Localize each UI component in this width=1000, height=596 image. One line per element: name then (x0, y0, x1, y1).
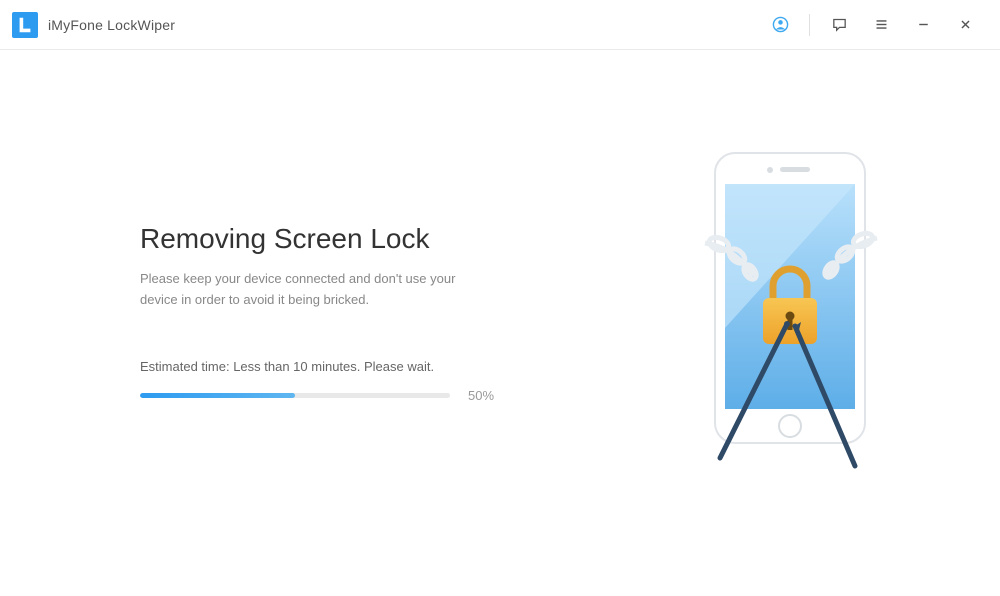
hamburger-icon (873, 16, 890, 33)
account-button[interactable] (761, 7, 799, 43)
close-icon (957, 16, 974, 33)
page-heading: Removing Screen Lock (140, 223, 600, 255)
account-icon (772, 16, 789, 33)
phone-lock-illustration (685, 148, 895, 478)
progress-percent-label: 50% (468, 388, 494, 403)
app-title: iMyFone LockWiper (48, 17, 175, 33)
illustration-pane (640, 148, 940, 478)
logo-l-icon (16, 16, 34, 34)
titlebar: iMyFone LockWiper (0, 0, 1000, 50)
titlebar-left: iMyFone LockWiper (12, 12, 175, 38)
menu-button[interactable] (862, 7, 900, 43)
estimated-time: Estimated time: Less than 10 minutes. Pl… (140, 359, 600, 374)
progress-bar (140, 393, 450, 398)
left-pane: Removing Screen Lock Please keep your de… (140, 223, 640, 403)
progress-fill (140, 393, 295, 398)
titlebar-divider (809, 14, 810, 36)
main-content: Removing Screen Lock Please keep your de… (0, 50, 1000, 596)
titlebar-controls (761, 7, 984, 43)
close-button[interactable] (946, 7, 984, 43)
minimize-button[interactable] (904, 7, 942, 43)
speech-bubble-icon (831, 16, 848, 33)
feedback-button[interactable] (820, 7, 858, 43)
progress-row: 50% (140, 388, 600, 403)
minimize-icon (915, 16, 932, 33)
instruction-text: Please keep your device connected and do… (140, 269, 460, 311)
phone-lock-svg (685, 148, 895, 478)
app-logo (12, 12, 38, 38)
